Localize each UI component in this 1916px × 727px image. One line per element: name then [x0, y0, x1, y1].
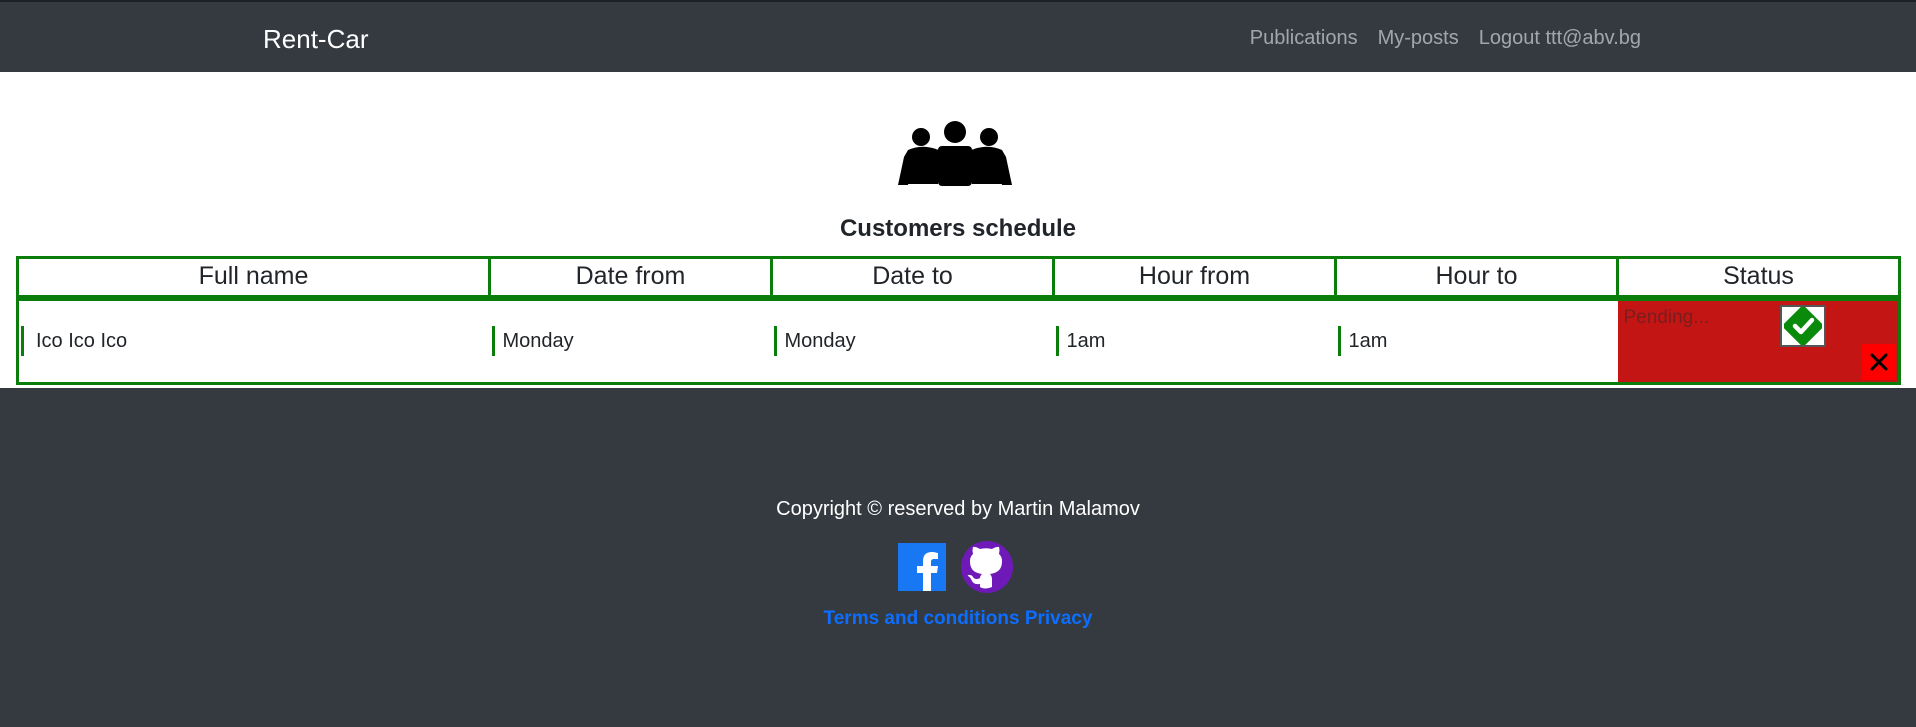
facebook-icon[interactable] — [898, 543, 946, 591]
privacy-link[interactable]: Privacy — [1025, 608, 1093, 629]
header-hour-from: Hour from — [1052, 256, 1337, 299]
legal-links: Terms and conditions Privacy — [0, 608, 1916, 630]
cell-date-from: Monday — [489, 294, 772, 385]
check-icon — [1783, 306, 1822, 345]
table-header-row: Full name Date from Date to Hour from Ho… — [16, 256, 1901, 299]
social-links — [898, 540, 1014, 594]
schedule-table: Full name Date from Date to Hour from Ho… — [16, 256, 1901, 385]
page-title: Customers schedule — [839, 215, 1077, 242]
github-logo — [961, 541, 1013, 593]
cell-status: Pending... — [1617, 294, 1901, 385]
date-to-text: Monday — [773, 326, 856, 357]
cell-hour-to: 1am — [1335, 294, 1618, 385]
terms-link[interactable]: Terms and conditions — [824, 608, 1020, 629]
hour-to-text: 1am — [1337, 326, 1387, 357]
nav-link-publications[interactable]: Publications — [1250, 27, 1358, 50]
reject-button[interactable] — [1862, 344, 1896, 380]
status-text: Pending... — [1623, 306, 1710, 328]
facebook-logo — [898, 543, 946, 591]
github-icon[interactable] — [960, 540, 1014, 594]
copyright-text: Copyright © reserved by Martin Malamov — [776, 498, 1140, 520]
nav-link-logout[interactable]: Logout ttt@abv.bg — [1479, 27, 1641, 50]
cell-full-name: Ico Ico Ico — [16, 294, 490, 385]
nav-links: Publications My-posts Logout ttt@abv.bg — [1250, 27, 1641, 50]
full-name-text: Ico Ico Ico — [21, 326, 127, 357]
header-date-from: Date from — [488, 256, 773, 299]
footer: Copyright © reserved by Martin Malamov T… — [0, 388, 1916, 727]
brand-link[interactable]: Rent-Car — [263, 24, 368, 55]
users-group-icon — [898, 121, 1012, 186]
close-icon — [1870, 353, 1888, 371]
hour-from-text: 1am — [1055, 326, 1105, 357]
nav-link-my-posts[interactable]: My-posts — [1378, 27, 1459, 50]
cell-hour-from: 1am — [1053, 294, 1336, 385]
table-row: Ico Ico Ico Monday Monday 1am 1am Pendin… — [16, 294, 1901, 385]
cell-date-to: Monday — [771, 294, 1054, 385]
main-content: Customers schedule Full name Date from D… — [0, 72, 1916, 388]
date-from-text: Monday — [491, 326, 574, 357]
header-date-to: Date to — [770, 256, 1055, 299]
navbar: Rent-Car Publications My-posts Logout tt… — [0, 0, 1916, 72]
header-full-name: Full name — [16, 256, 491, 299]
header-status: Status — [1616, 256, 1901, 299]
accept-button[interactable] — [1779, 304, 1826, 347]
header-hour-to: Hour to — [1334, 256, 1619, 299]
